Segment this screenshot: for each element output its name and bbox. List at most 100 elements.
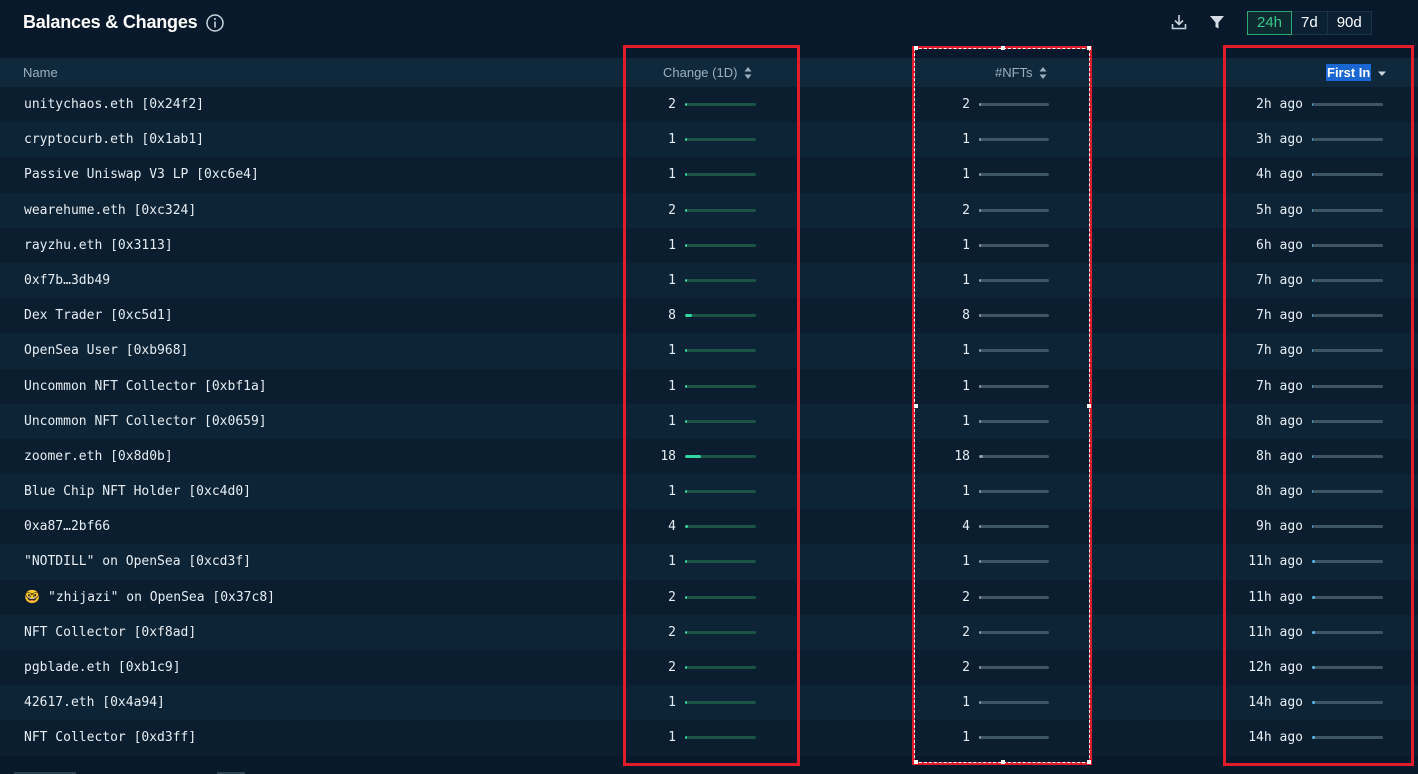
- filter-icon[interactable]: [1208, 13, 1226, 31]
- row-name[interactable]: Blue Chip NFT Holder [0xc4d0]: [24, 474, 251, 509]
- column-header-name[interactable]: Name: [23, 58, 58, 87]
- table-row[interactable]: 42617.eth [0x4a94] 1 1 14h ago: [0, 685, 1418, 721]
- first-in-bar: [1312, 243, 1383, 247]
- row-change-value: 2: [668, 660, 676, 675]
- row-nfts-value: 1: [962, 730, 970, 746]
- row-first-in-value: 8h ago: [1256, 484, 1303, 500]
- row-name[interactable]: 0xa87…2bf66: [24, 509, 110, 544]
- range-7d-button[interactable]: 7d: [1291, 11, 1328, 35]
- row-change-value: 2: [668, 624, 676, 640]
- range-24h-button[interactable]: 24h: [1247, 11, 1293, 35]
- row-name[interactable]: pgblade.eth [0xb1c9]: [24, 650, 181, 685]
- table-row[interactable]: 0xa87…2bf66 4 4 9h ago: [0, 509, 1418, 545]
- range-90d-button[interactable]: 90d: [1326, 11, 1372, 35]
- row-name[interactable]: wearehume.eth [0xc324]: [24, 193, 196, 228]
- change-bar-fill: [685, 243, 687, 247]
- row-name[interactable]: OpenSea User [0xb968]: [24, 333, 188, 368]
- row-first-in-value: 8h ago: [1256, 413, 1303, 429]
- change-bar-fill: [685, 701, 687, 705]
- row-nfts-value: 1: [962, 554, 970, 570]
- selection-handle[interactable]: [1087, 46, 1091, 50]
- row-nfts-value: 2: [962, 97, 970, 112]
- nfts-bar-fill: [979, 701, 981, 705]
- first-in-bar-fill: [1312, 384, 1313, 388]
- table-row[interactable]: Passive Uniswap V3 LP [0xc6e4] 1 1 4h ago: [0, 157, 1418, 193]
- first-in-bar: [1312, 666, 1383, 669]
- table-row[interactable]: pgblade.eth [0xb1c9] 2 2 12h ago: [0, 650, 1418, 686]
- balances-table: Name Change (1D) #NFTs First In unitycha…: [0, 58, 1418, 756]
- first-in-bar: [1312, 630, 1383, 634]
- row-name[interactable]: NFT Collector [0xf8ad]: [24, 615, 196, 650]
- column-header-first-in[interactable]: First In: [1326, 58, 1386, 87]
- row-name[interactable]: cryptocurb.eth [0x1ab1]: [24, 122, 204, 157]
- row-name[interactable]: NFT Collector [0xd3ff]: [24, 720, 196, 755]
- column-header-nfts[interactable]: #NFTs: [995, 58, 1047, 87]
- table-row[interactable]: zoomer.eth [0x8d0b] 18 18 8h ago: [0, 438, 1418, 475]
- selection-handle[interactable]: [1001, 760, 1005, 764]
- row-name[interactable]: 🤓 "zhijazi" on OpenSea [0x37c8]: [24, 580, 275, 615]
- row-first-in-value: 11h ago: [1248, 589, 1303, 605]
- row-change-value: 2: [668, 589, 676, 605]
- column-header-change[interactable]: Change (1D): [663, 58, 752, 87]
- change-bar: [685, 314, 756, 318]
- row-change-value: 1: [668, 132, 676, 148]
- row-name[interactable]: Uncommon NFT Collector [0xbf1a]: [24, 369, 267, 404]
- row-nfts-value: 1: [962, 343, 970, 359]
- selection-handle[interactable]: [914, 760, 918, 764]
- row-name[interactable]: unitychaos.eth [0x24f2]: [24, 87, 204, 122]
- row-first-in-value: 6h ago: [1256, 237, 1303, 253]
- table-row[interactable]: 🤓 "zhijazi" on OpenSea [0x37c8] 2 2 11h ago: [0, 579, 1418, 615]
- nfts-bar-fill: [979, 243, 981, 247]
- table-row[interactable]: Uncommon NFT Collector [0x0659] 1 1 8h ago: [0, 403, 1418, 439]
- info-icon[interactable]: [206, 14, 224, 32]
- row-name[interactable]: 0xf7b…3db49: [24, 263, 110, 298]
- first-in-bar: [1312, 454, 1383, 458]
- row-nfts-value: 1: [962, 272, 970, 288]
- row-first-in-value: 9h ago: [1256, 519, 1303, 535]
- nfts-bar: [979, 736, 1049, 740]
- row-change-value: 8: [668, 308, 676, 324]
- table-row[interactable]: Dex Trader [0xc5d1] 8 8 7h ago: [0, 298, 1418, 334]
- first-in-bar-fill: [1312, 701, 1315, 705]
- first-in-bar-fill: [1312, 278, 1313, 282]
- selection-handle[interactable]: [1001, 46, 1005, 50]
- download-icon[interactable]: [1170, 13, 1188, 31]
- row-first-in-value: 7h ago: [1256, 378, 1303, 394]
- nfts-bar-fill: [979, 736, 981, 740]
- table-row[interactable]: OpenSea User [0xb968] 1 1 7h ago: [0, 333, 1418, 369]
- row-change-value: 1: [668, 695, 676, 711]
- column-nfts-label: #NFTs: [995, 65, 1033, 80]
- first-in-bar: [1312, 208, 1383, 212]
- row-name[interactable]: rayzhu.eth [0x3113]: [24, 228, 173, 263]
- selection-handle[interactable]: [1087, 760, 1091, 764]
- row-name[interactable]: 42617.eth [0x4a94]: [24, 685, 165, 720]
- table-row[interactable]: 0xf7b…3db49 1 1 7h ago: [0, 262, 1418, 299]
- row-first-in-value: 14h ago: [1248, 695, 1303, 711]
- row-name[interactable]: "NOTDILL" on OpenSea [0xcd3f]: [24, 544, 251, 579]
- row-name[interactable]: zoomer.eth [0x8d0b]: [24, 439, 173, 474]
- table-row[interactable]: cryptocurb.eth [0x1ab1] 1 1 3h ago: [0, 122, 1418, 158]
- row-name[interactable]: Dex Trader [0xc5d1]: [24, 298, 173, 333]
- selection-handle[interactable]: [914, 46, 918, 50]
- table-body: unitychaos.eth [0x24f2] 2 2 2h ago cryptocur…: [0, 87, 1418, 756]
- nfts-bar: [979, 103, 1049, 106]
- row-change-value: 2: [668, 202, 676, 218]
- nfts-bar: [979, 243, 1049, 247]
- change-bar-fill: [685, 419, 687, 423]
- table-row[interactable]: rayzhu.eth [0x3113] 1 1 6h ago: [0, 227, 1418, 263]
- nfts-bar: [979, 384, 1049, 388]
- nfts-bar: [979, 138, 1049, 142]
- row-name[interactable]: Uncommon NFT Collector [0x0659]: [24, 404, 267, 439]
- table-row[interactable]: Uncommon NFT Collector [0xbf1a] 1 1 7h ago: [0, 368, 1418, 404]
- table-row[interactable]: unitychaos.eth [0x24f2] 2 2 2h ago: [0, 87, 1418, 123]
- first-in-bar: [1312, 138, 1383, 142]
- table-row[interactable]: NFT Collector [0xd3ff] 1 1 14h ago: [0, 720, 1418, 756]
- table-row[interactable]: wearehume.eth [0xc324] 2 2 5h ago: [0, 192, 1418, 228]
- table-row[interactable]: Blue Chip NFT Holder [0xc4d0] 1 1 8h ago: [0, 474, 1418, 510]
- row-first-in-value: 5h ago: [1256, 202, 1303, 218]
- table-row[interactable]: "NOTDILL" on OpenSea [0xcd3f] 1 1 11h ago: [0, 544, 1418, 580]
- table-row[interactable]: NFT Collector [0xf8ad] 2 2 11h ago: [0, 614, 1418, 650]
- selection-handle[interactable]: [914, 404, 918, 408]
- selection-handle[interactable]: [1087, 404, 1091, 408]
- row-name[interactable]: Passive Uniswap V3 LP [0xc6e4]: [24, 157, 259, 192]
